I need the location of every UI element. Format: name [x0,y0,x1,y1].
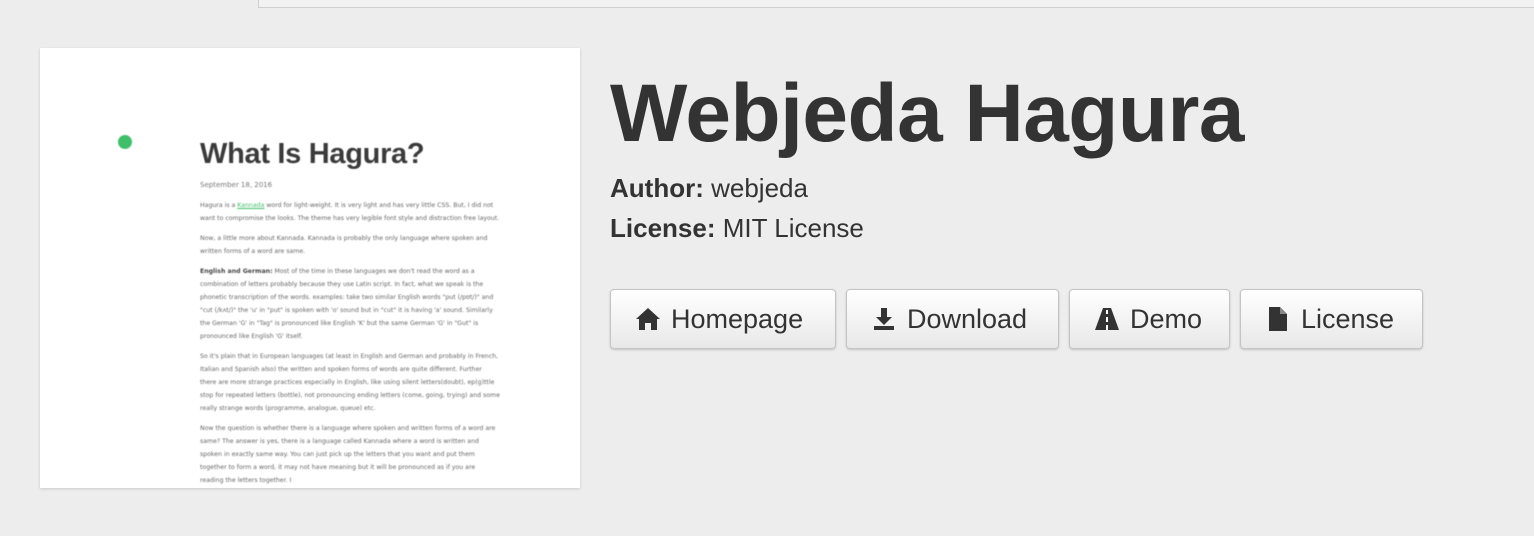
author-label: Author: [610,173,704,203]
author-value: webjeda [711,173,808,203]
author-line: Author: webjeda [610,172,808,204]
preview-article: What Is Hagura? September 18, 2016 Hagur… [200,138,500,488]
preview-paragraph: Now the question is whether there is a l… [200,425,496,484]
theme-title: Webjeda Hagura [610,68,1245,159]
download-icon [871,306,897,332]
home-icon [635,306,661,332]
download-label: Download [907,303,1028,334]
homepage-button[interactable]: Homepage [610,289,836,349]
homepage-label: Homepage [671,303,804,334]
road-icon [1094,306,1120,332]
theme-preview-screenshot[interactable]: What Is Hagura? September 18, 2016 Hagur… [40,48,580,488]
preview-paragraph: Hagura is a Kannada word for light-weigh… [200,202,500,222]
license-label: License: [610,213,716,243]
license-line: License: MIT License [610,212,864,244]
download-button[interactable]: Download [846,289,1059,349]
license-value: MIT License [722,213,864,243]
preview-date: September 18, 2016 [200,181,273,189]
demo-label: Demo [1130,303,1203,334]
preview-title: What Is Hagura? [200,138,425,170]
license-button[interactable]: License [1240,289,1423,349]
file-icon [1265,306,1291,332]
preview-logo-dot [118,135,132,149]
top-divider-bar [258,0,1534,8]
action-buttons: Homepage Download Demo License [610,289,1423,349]
demo-button[interactable]: Demo [1069,289,1230,349]
preview-paragraph: So it's plain that in European languages… [200,353,500,412]
preview-paragraph: English and German: Most of the time in … [200,268,494,340]
preview-link: Kannada [237,202,265,209]
preview-paragraph: Now, a little more about Kannada. Kannad… [200,235,488,255]
license-button-label: License [1301,303,1395,334]
